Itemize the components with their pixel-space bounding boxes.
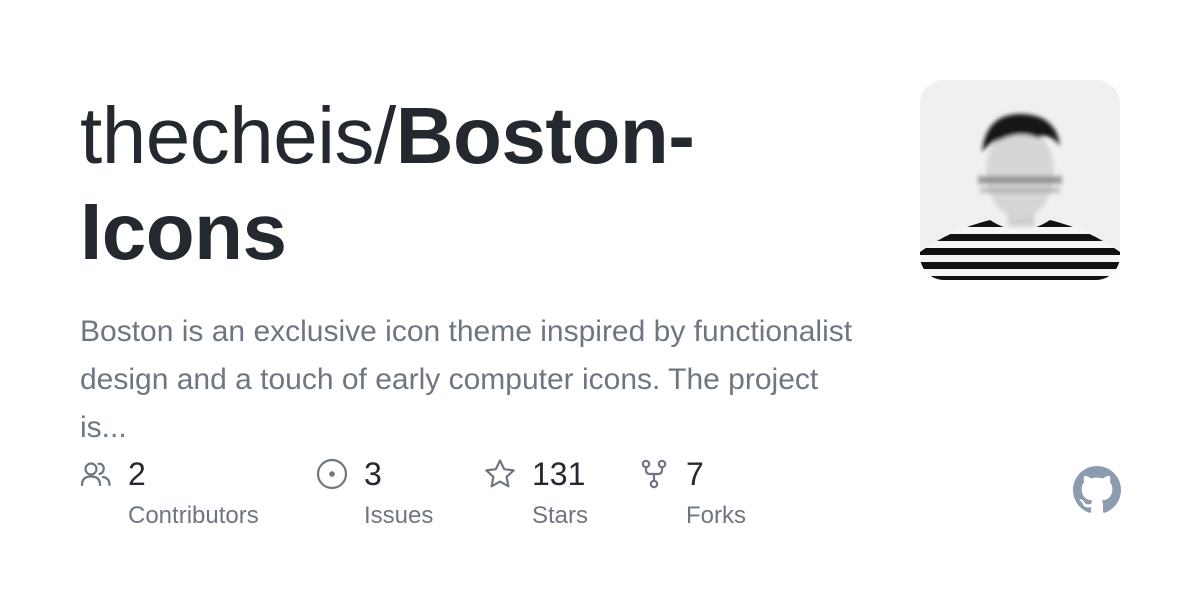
issues-stat[interactable]: 3 Issues xyxy=(316,452,433,530)
avatar-photo xyxy=(920,80,1120,280)
stars-stat[interactable]: 131 Stars xyxy=(484,452,588,530)
people-icon xyxy=(80,462,111,487)
issues-count: 3 xyxy=(364,455,382,492)
forks-count: 7 xyxy=(686,455,704,492)
issues-label: Issues xyxy=(364,502,434,529)
repo-owner[interactable]: thecheis/ xyxy=(80,91,396,180)
star-icon xyxy=(485,459,515,488)
repo-description: Boston is an exclusive icon theme inspir… xyxy=(80,315,853,444)
fork-icon xyxy=(641,459,667,489)
contributors-count: 2 xyxy=(128,455,146,492)
stars-label: Stars xyxy=(532,502,589,529)
contributors-stat[interactable]: 2 Contributors xyxy=(80,452,259,530)
owner-avatar[interactable] xyxy=(920,80,1120,280)
forks-label: Forks xyxy=(686,502,746,529)
github-logo-icon[interactable] xyxy=(1073,466,1121,514)
forks-stat[interactable]: 7 Forks xyxy=(638,452,746,530)
issue-icon xyxy=(316,458,348,490)
contributors-label: Contributors xyxy=(128,502,259,529)
repo-title[interactable]: thecheis/Boston-Icons xyxy=(80,88,840,280)
stars-count: 131 xyxy=(532,455,586,492)
